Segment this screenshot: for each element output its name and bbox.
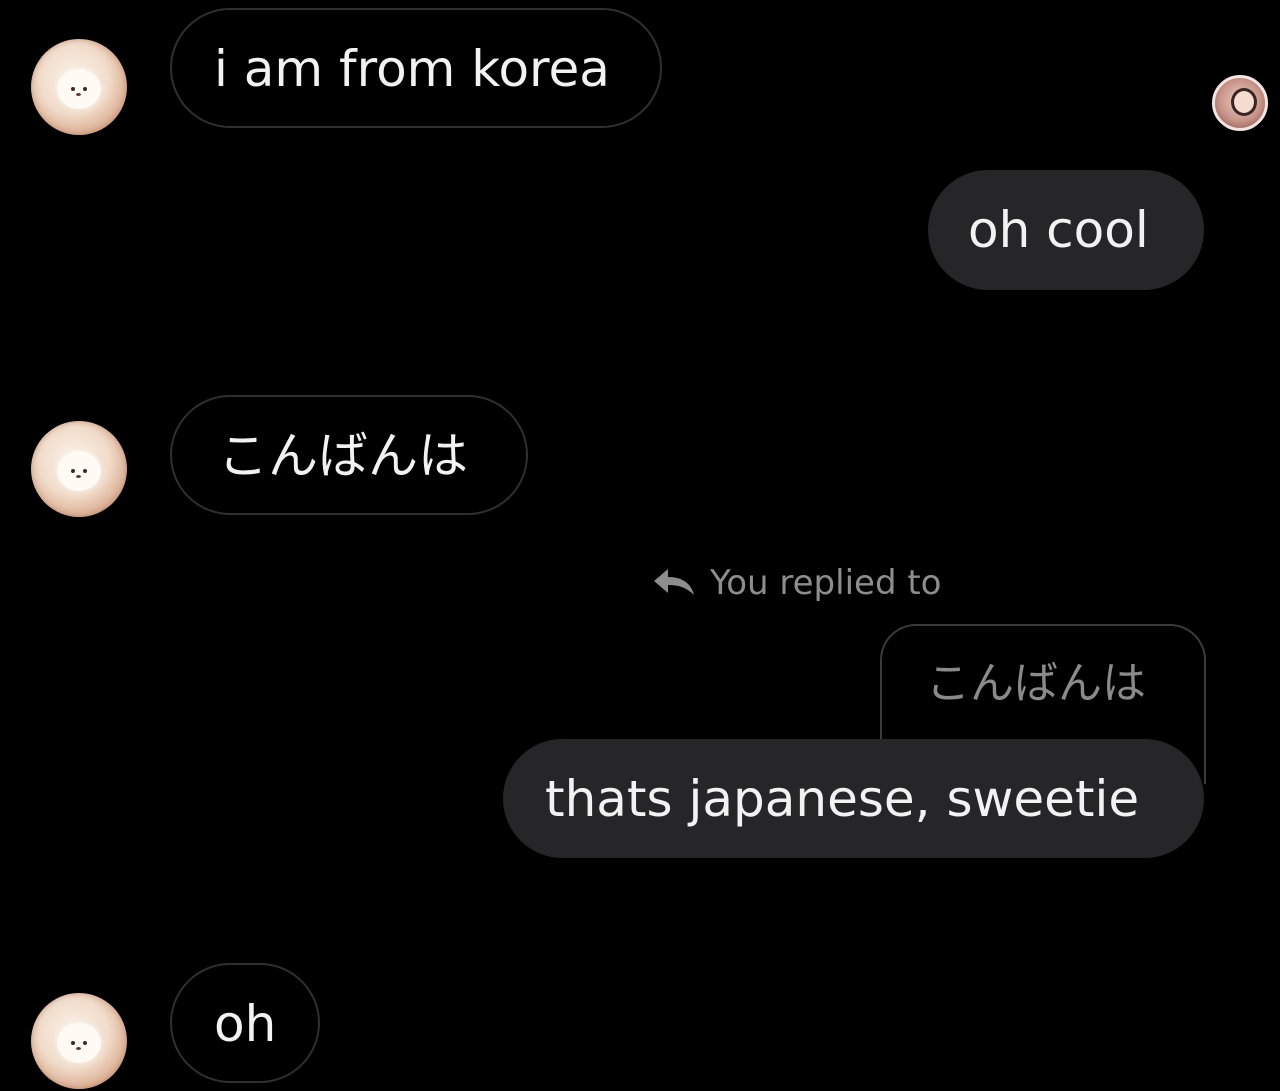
message-text: oh cool [968,201,1149,259]
incoming-message-bubble[interactable]: oh [170,963,320,1083]
message-text: i am from korea [214,40,610,98]
incoming-message-bubble[interactable]: i am from korea [170,8,662,128]
contact-avatar[interactable] [31,421,127,517]
read-receipt-avatar [1212,75,1268,131]
contact-avatar[interactable] [31,993,127,1089]
message-text: こんばんは [218,427,468,485]
reply-arrow-icon [654,569,694,595]
contact-avatar[interactable] [31,39,127,135]
reply-context-label: You replied to [710,563,942,603]
outgoing-message-bubble[interactable]: thats japanese, sweetie [503,739,1204,858]
message-text: oh [214,995,277,1053]
outgoing-message-bubble[interactable]: oh cool [928,170,1204,290]
message-text: thats japanese, sweetie [545,770,1140,828]
incoming-message-bubble[interactable]: こんばんは [170,395,528,515]
